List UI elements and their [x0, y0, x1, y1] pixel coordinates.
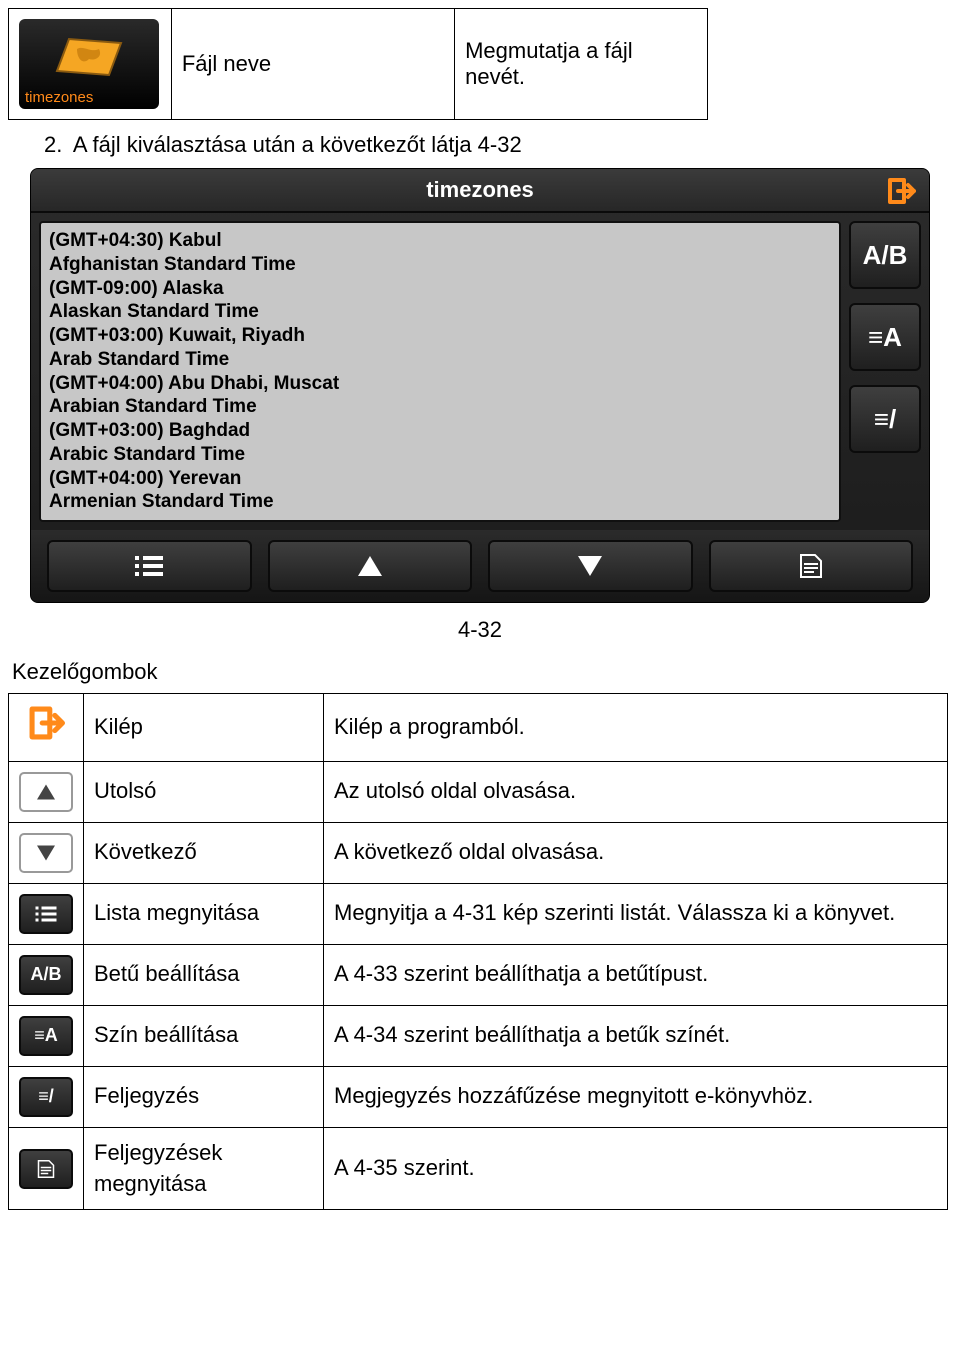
tz-line: Armenian Standard Time: [49, 490, 831, 514]
button-name: Utolsó: [84, 761, 324, 822]
table-row: Lista megnyitása Megnyitja a 4-31 kép sz…: [9, 883, 948, 944]
triangle-down-icon: [576, 554, 604, 578]
controls-heading: Kezelőgombok: [12, 659, 952, 685]
icon-caption: timezones: [19, 86, 159, 109]
note-ep-icon: ≡/: [19, 1077, 73, 1117]
button-desc: Megnyitja a 4-31 kép szerinti listát. Vá…: [324, 883, 948, 944]
tz-line: Afghanistan Standard Time: [49, 253, 831, 277]
tz-line: (GMT+04:30) Kabul: [49, 229, 831, 253]
icon-cell: ≡/: [9, 1066, 84, 1127]
list-icon: [19, 894, 73, 934]
figure-label: 4-32: [8, 617, 952, 643]
button-desc: A 4-34 szerint beállíthatja a betűk szín…: [324, 1005, 948, 1066]
screenshot-header: timezones: [31, 169, 929, 213]
tz-line: Arabic Standard Time: [49, 443, 831, 467]
timezones-app-icon: timezones: [19, 19, 159, 109]
icon-cell: [9, 883, 84, 944]
button-name: Feljegyzés: [84, 1066, 324, 1127]
exit-icon: [27, 704, 65, 742]
table-row: Feljegyzések megnyitása A 4-35 szerint.: [9, 1127, 948, 1210]
next-button[interactable]: [488, 540, 693, 592]
table-row: ≡/ Feljegyzés Megjegyzés hozzáfűzése meg…: [9, 1066, 948, 1127]
icon-cell: timezones: [9, 9, 172, 120]
button-desc: Kilép a programból.: [324, 694, 948, 762]
exit-button[interactable]: [881, 173, 921, 209]
controls-table: Kilép Kilép a programból. Utolsó Az utol…: [8, 693, 948, 1210]
button-name: Lista megnyitása: [84, 883, 324, 944]
icon-cell: ≡A: [9, 1005, 84, 1066]
color-ea-icon: ≡A: [19, 1016, 73, 1056]
color-ea-button[interactable]: ≡A: [849, 303, 921, 371]
button-name: Kilép: [84, 694, 324, 762]
button-name: Betű beállítása: [84, 944, 324, 1005]
icon-cell: A/B: [9, 944, 84, 1005]
icon-cell: [9, 1127, 84, 1210]
top-definition-row: timezones Fájl neve Megmutatja a fájl ne…: [8, 8, 708, 120]
file-name-desc: Megmutatja a fájl nevét.: [455, 9, 708, 120]
table-row: A/B Betű beállítása A 4-33 szerint beáll…: [9, 944, 948, 1005]
button-desc: A következő oldal olvasása.: [324, 822, 948, 883]
button-desc: Megjegyzés hozzáfűzése megnyitott e-köny…: [324, 1066, 948, 1127]
device-screenshot: timezones (GMT+04:30) Kabul Afghanistan …: [30, 168, 930, 603]
triangle-up-icon: [19, 772, 73, 812]
button-name: Szín beállítása: [84, 1005, 324, 1066]
tz-line: Arab Standard Time: [49, 348, 831, 372]
tz-line: Arabian Standard Time: [49, 395, 831, 419]
table-row: Kilép Kilép a programból.: [9, 694, 948, 762]
intro-text: A fájl kiválasztása után a következőt lá…: [73, 132, 522, 157]
map-scroll-icon: [49, 31, 129, 81]
icon-cell: [9, 822, 84, 883]
button-desc: A 4-33 szerint beállíthatja a betűtípust…: [324, 944, 948, 1005]
button-desc: Az utolsó oldal olvasása.: [324, 761, 948, 822]
list-button[interactable]: [47, 540, 252, 592]
icon-cell: [9, 694, 84, 762]
table-row: ≡A Szín beállítása A 4-34 szerint beállí…: [9, 1005, 948, 1066]
page-icon: [799, 553, 823, 579]
table-row: Következő A következő oldal olvasása.: [9, 822, 948, 883]
button-desc: A 4-35 szerint.: [324, 1127, 948, 1210]
table-row: Utolsó Az utolsó oldal olvasása.: [9, 761, 948, 822]
screenshot-title: timezones: [426, 177, 534, 203]
timezone-list: (GMT+04:30) Kabul Afghanistan Standard T…: [39, 221, 841, 522]
tz-line: (GMT-09:00) Alaska: [49, 277, 831, 301]
triangle-down-icon: [19, 833, 73, 873]
notes-button[interactable]: [709, 540, 914, 592]
prev-button[interactable]: [268, 540, 473, 592]
tz-line: Alaskan Standard Time: [49, 300, 831, 324]
exit-icon: [886, 176, 916, 206]
list-icon: [135, 554, 163, 578]
font-ab-button[interactable]: A/B: [849, 221, 921, 289]
font-ab-icon: A/B: [19, 955, 73, 995]
intro-line: 2. A fájl kiválasztása után a következőt…: [44, 132, 952, 158]
tz-line: (GMT+04:00) Yerevan: [49, 467, 831, 491]
button-name: Következő: [84, 822, 324, 883]
tz-line: (GMT+03:00) Kuwait, Riyadh: [49, 324, 831, 348]
triangle-up-icon: [356, 554, 384, 578]
intro-number: 2.: [44, 132, 68, 158]
button-name: Feljegyzések megnyitása: [84, 1127, 324, 1210]
icon-cell: [9, 761, 84, 822]
tz-line: (GMT+04:00) Abu Dhabi, Muscat: [49, 372, 831, 396]
file-name-label: Fájl neve: [171, 9, 454, 120]
tz-line: (GMT+03:00) Baghdad: [49, 419, 831, 443]
note-ep-button[interactable]: ≡/: [849, 385, 921, 453]
page-icon: [19, 1149, 73, 1189]
